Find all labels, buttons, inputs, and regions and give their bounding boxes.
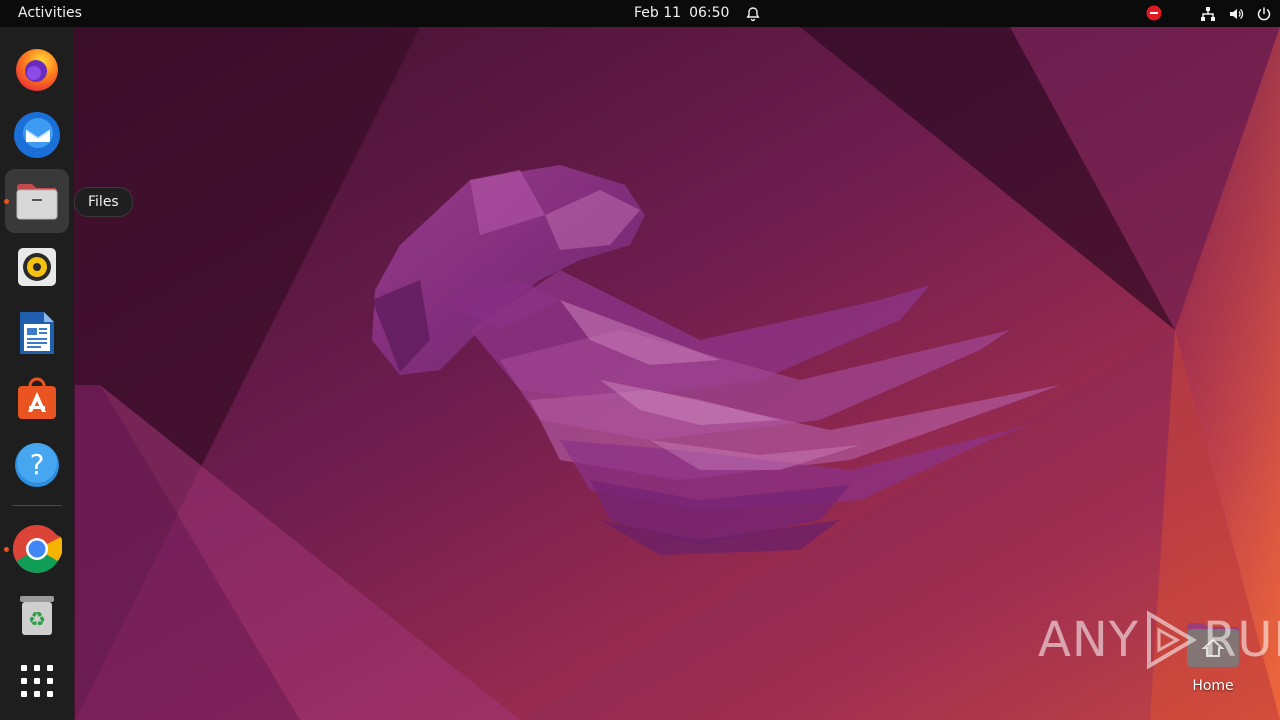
desktop-screen: Activities Feb 11 06:50 ? ♻ Files Home A… xyxy=(0,0,1280,720)
dock-item-ubuntu-software[interactable] xyxy=(5,367,69,431)
bell-icon xyxy=(746,6,761,21)
system-tray[interactable] xyxy=(1200,0,1272,27)
dock-tooltip: Files xyxy=(74,187,133,217)
watermark-text-left: ANY xyxy=(1038,612,1140,668)
top-bar: Activities Feb 11 06:50 xyxy=(0,0,1280,27)
dock: ? ♻ xyxy=(0,27,74,720)
play-triangle-icon xyxy=(1147,610,1197,670)
network-icon xyxy=(1201,6,1215,21)
dock-item-firefox[interactable] xyxy=(5,37,69,101)
dock-separator xyxy=(12,505,62,506)
dock-item-google-chrome[interactable] xyxy=(4,517,69,581)
dock-item-libreoffice-writer[interactable] xyxy=(5,301,69,365)
time-label: 06:50 xyxy=(689,5,730,21)
writer-icon xyxy=(20,312,54,354)
home-label: Home xyxy=(1192,678,1234,694)
files-icon xyxy=(16,184,58,220)
do-not-disturb-icon[interactable] xyxy=(1146,5,1162,21)
volume-icon xyxy=(1230,8,1244,19)
help-icon: ? xyxy=(15,443,59,487)
app-grid-icon xyxy=(21,665,53,697)
running-indicator xyxy=(4,547,9,552)
dock-item-files[interactable] xyxy=(4,169,69,233)
show-applications-button[interactable] xyxy=(5,649,69,713)
running-indicator xyxy=(4,199,9,204)
chrome-icon xyxy=(12,525,62,574)
rhythmbox-icon xyxy=(18,248,56,286)
dock-item-thunderbird[interactable] xyxy=(5,103,69,167)
svg-text:♻: ♻ xyxy=(28,607,46,631)
trash-icon: ♻ xyxy=(20,596,54,635)
date-label: Feb 11 xyxy=(634,5,682,21)
activities-button[interactable]: Activities xyxy=(10,0,90,27)
dock-item-rhythmbox[interactable] xyxy=(5,235,69,299)
thunderbird-icon xyxy=(14,112,60,158)
software-center-icon xyxy=(18,377,56,419)
dock-item-trash[interactable]: ♻ xyxy=(5,583,69,647)
anyrun-watermark: ANY RUN xyxy=(1038,610,1280,670)
svg-text:?: ? xyxy=(30,448,45,481)
watermark-text-right: RUN xyxy=(1203,612,1280,668)
firefox-icon xyxy=(16,49,58,91)
dock-item-help[interactable]: ? xyxy=(5,433,69,497)
power-icon xyxy=(1257,7,1271,20)
clock-button[interactable]: Feb 11 06:50 xyxy=(620,0,775,27)
